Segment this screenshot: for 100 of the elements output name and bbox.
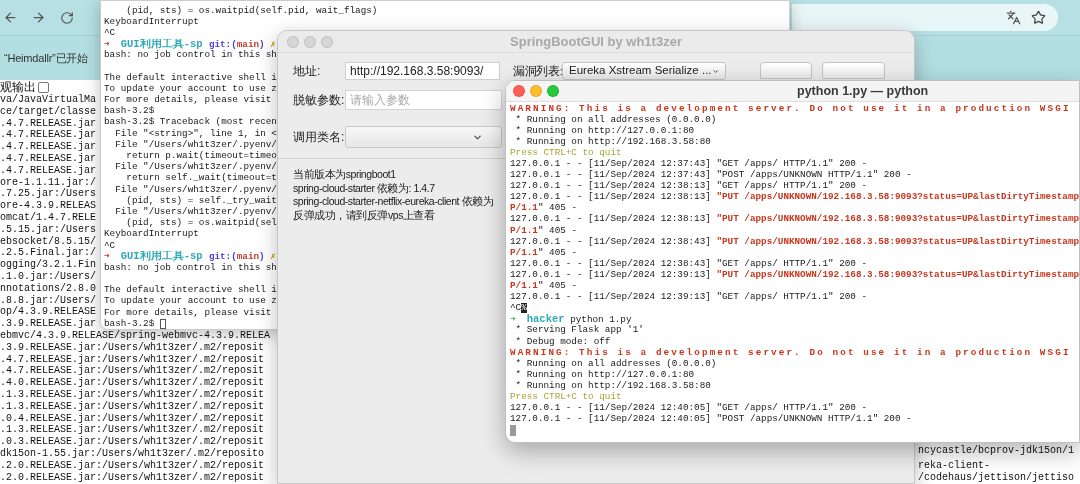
terminal-line: 127.0.0.1 - - [11/Sep/2024 12:40:05] "POST /apps/UNKNOWN HTTP/1.1" 200 - bbox=[510, 414, 912, 425]
page-text-line: reka-client- bbox=[918, 459, 990, 472]
page-text-line: .8.8.jar:/Users/ bbox=[0, 294, 96, 306]
terminal-line: File "/Users/wh1t3zer/.pyenv/ bbox=[114, 162, 277, 173]
terminal-line: bash-3.2$ Traceback (most recen bbox=[104, 117, 277, 128]
reload-icon[interactable] bbox=[60, 10, 74, 25]
window-title: python 1.py — python bbox=[797, 82, 929, 100]
page-text-line: dk15on-1.55.jar:/Users/wh1t3zer/.m2/reposito bbox=[0, 447, 265, 460]
output-line: spring-cloud-starter 依赖为: 1.4.7 bbox=[293, 181, 435, 195]
page-text-line: .4.7.RELEASE.jar:/Users/wh1t3zer/.m2/reposit bbox=[0, 365, 265, 377]
window-title: SpringBootGUI by wh1t3zer bbox=[510, 32, 682, 51]
terminal-line: For more details, please visit bbox=[104, 95, 272, 106]
terminal-line: KeyboardInterrupt bbox=[104, 16, 199, 27]
terminal-line: 127.0.0.1 - - [11/Sep/2024 12:38:43] "GET /apps/ HTTP/1.1" 200 - bbox=[510, 258, 868, 269]
page-text-line: .4.7.RELEASE.jar bbox=[0, 164, 96, 177]
terminal-line: 127.0.0.1 - - [11/Sep/2024 12:40:05] "GET /apps/ HTTP/1.1" 200 - bbox=[510, 403, 868, 414]
terminal-line: File "/Users/wh1t3zer/.pyenv/ bbox=[114, 184, 277, 195]
terminal-line: ➜ GUI利用工具-sp git:(main) ✗ bbox=[104, 38, 276, 50]
class-name-dropdown[interactable] bbox=[345, 126, 502, 148]
action-button[interactable] bbox=[822, 62, 885, 79]
parameter-input[interactable]: 请输入参数 bbox=[345, 90, 502, 110]
zoom-button[interactable] bbox=[547, 85, 559, 97]
page-text-line: .5.15.jar:/Users bbox=[0, 223, 96, 236]
terminal-line: bash-3.2$ bbox=[104, 318, 156, 329]
page-text-line: .0.3.RELEASE.jar:/Users/wh1t3zer/.m2/reposit bbox=[0, 436, 265, 448]
page-text-line: ce/target/classe bbox=[0, 105, 96, 118]
output-line: 反弹成功，请到反弹vps上查看 bbox=[293, 208, 435, 222]
field-label: 地址: bbox=[293, 63, 322, 79]
action-button[interactable] bbox=[760, 62, 812, 79]
field-label: 脱敏参数: bbox=[293, 92, 345, 109]
terminal-line: * Running on http://192.168.3.58:80 bbox=[514, 136, 711, 147]
page-text-line: ncycastle/bcprov-jdk15on/1 bbox=[918, 445, 1075, 457]
terminal-line: 127.0.0.1 - - [11/Sep/2024 12:37:43] "GET /apps/ HTTP/1.1" 200 - bbox=[510, 159, 868, 169]
terminal-line: The default interactive shell i bbox=[104, 72, 277, 83]
page-text-line: /codehaus/jettison/jettiso bbox=[918, 471, 1075, 484]
close-button[interactable] bbox=[287, 35, 299, 48]
page-text-line: .2.0.RELEASE.jar:/Users/wh1t3zer/.m2/reposit bbox=[0, 459, 265, 472]
terminal-line: bash: no job control in this sh bbox=[104, 50, 277, 61]
page-text-line: .3.9.RELEASE.jar:/Users/wh1t3zer/.m2/reposit bbox=[0, 341, 265, 354]
page-text-line: ebmvc/4.3.9.RELEASE/spring-webmvc-4.3.9.RELEA bbox=[0, 329, 271, 342]
terminal-line: (pid, sts) = os.waitpid(sel bbox=[125, 218, 277, 229]
terminal-line: * Running on http://127.0.0.1:80 bbox=[514, 125, 695, 136]
terminal-line: P/1.1" 405 - bbox=[510, 247, 577, 258]
page-text-line: .4.7.RELEASE.jar:/Users/wh1t3zer/.m2/reposit bbox=[0, 353, 265, 365]
terminal-line: P/1.1" 405 - bbox=[510, 203, 577, 214]
page-text-line: .1.0.jar:/Users/ bbox=[0, 270, 96, 283]
terminal-line: ^C bbox=[104, 27, 116, 38]
terminal-line: * Debug mode: off bbox=[514, 336, 611, 347]
bookmark-star-icon[interactable] bbox=[1031, 10, 1046, 25]
page-text-line: .3.9.RELEASE.jar bbox=[0, 318, 96, 330]
terminal-line: For more details, please visit bbox=[104, 307, 272, 318]
minimize-button[interactable] bbox=[530, 85, 542, 97]
page-text-line: .1.3.RELEASE.jar:/Users/wh1t3zer/.m2/reposit bbox=[0, 388, 265, 401]
back-icon[interactable] bbox=[3, 10, 18, 25]
terminal-line: 127.0.0.1 - - [11/Sep/2024 12:37:43] "POST /apps/UNKNOWN HTTP/1.1" 200 - bbox=[510, 170, 912, 181]
close-button[interactable] bbox=[513, 85, 525, 97]
terminal-line: WARNING: This is a development server. Do not use it in a production WSGI bbox=[510, 103, 1071, 114]
terminal-line: 127.0.0.1 - - [11/Sep/2024 12:38:13] "GET /apps/ HTTP/1.1" 200 - bbox=[510, 181, 868, 192]
vulnerability-dropdown[interactable]: Eureka Xstream Serialize ... bbox=[562, 62, 726, 80]
zoom-button[interactable] bbox=[321, 35, 333, 48]
translate-icon[interactable] bbox=[1006, 10, 1021, 25]
terminal-line: To update your account to use z bbox=[104, 296, 277, 307]
terminal-line: (pid, sts) = self._try_wait bbox=[125, 195, 277, 206]
field-label: 漏洞列表: bbox=[513, 64, 562, 79]
checkbox-label: 观输出 bbox=[0, 79, 36, 94]
page-text-line: .4.0.RELEASE.jar:/Users/wh1t3zer/.m2/reposit bbox=[0, 377, 265, 389]
page-text-line: .2.5.Final.jar:/ bbox=[0, 247, 96, 259]
terminal-line: P/1.1" 405 - bbox=[510, 281, 577, 292]
forward-icon[interactable] bbox=[31, 10, 46, 25]
text-cursor bbox=[159, 318, 166, 329]
terminal-line: * Running on http://192.168.3.58:80 bbox=[514, 380, 711, 391]
address-input[interactable]: http://192.168.3.58:9093/ bbox=[345, 62, 500, 80]
terminal-line: ➜ hacker python 1.py bbox=[510, 313, 632, 325]
field-label: 调用类名: bbox=[293, 129, 345, 146]
page-text-line: ore-1.1.11.jar:/ bbox=[0, 176, 96, 188]
terminal-line: bash: no job control in this sh bbox=[104, 262, 277, 273]
terminal-line: File "<string>", line 1, in < bbox=[114, 128, 277, 139]
terminal-line: * Running on all addresses (0.0.0.0) bbox=[514, 114, 717, 125]
terminal-line: File "/Users/wh1t3zer/.pyenv/ bbox=[114, 139, 277, 150]
terminal-line: 127.0.0.1 - - [11/Sep/2024 12:39:13] "PUT /apps/UNKNOWN/192.168.3.58:9093?status=UP&lastDirtyTimestamp bbox=[510, 269, 1079, 280]
terminal-line: return self._wait(timeout=t bbox=[125, 173, 277, 184]
page-text-line: .4.7.RELEASE.jar bbox=[0, 117, 96, 129]
page-text-line: op/4.3.9.RELEASE bbox=[0, 306, 96, 318]
terminal-line: return p.wait(timeout=timeo bbox=[125, 151, 277, 162]
terminal-line: KeyboardInterrupt bbox=[104, 229, 199, 240]
terminal-line: * Serving Flask app '1' bbox=[514, 325, 644, 336]
terminal-line: 127.0.0.1 - - [11/Sep/2024 12:38:43] "PUT /apps/UNKNOWN/192.168.3.58:9093?status=UP&lastDirtyTimestamp bbox=[510, 236, 1079, 247]
terminal-line: To update your account to use z bbox=[104, 83, 277, 94]
page-text-line: .1.3.RELEASE.jar:/Users/wh1t3zer/.m2/reposit bbox=[0, 400, 265, 413]
checkbox[interactable] bbox=[38, 81, 49, 93]
notification-text: “Heimdallr”已开始 bbox=[4, 50, 88, 66]
terminal-line: * Running on http://127.0.0.1:80 bbox=[514, 369, 695, 380]
output-line: spring-cloud-starter-netflix-eureka-client 依赖为 bbox=[293, 195, 494, 209]
terminal-line: File "/Users/wh1t3zer/.pyenv/ bbox=[114, 206, 277, 217]
terminal-line: 127.0.0.1 - - [11/Sep/2024 12:38:13] "PUT /apps/UNKNOWN/192.168.3.58:9093?status=UP&lastDirtyTimestamp bbox=[510, 192, 1079, 203]
page-text-line: .4.7.RELEASE.jar bbox=[0, 153, 96, 165]
terminal-line: The default interactive shell i bbox=[104, 285, 277, 296]
minimize-button[interactable] bbox=[304, 35, 316, 48]
page-text-line: .1.3.RELEASE.jar:/Users/wh1t3zer/.m2/reposit bbox=[0, 424, 265, 436]
page-text-line: ebsocket/8.5.15/ bbox=[0, 235, 96, 247]
